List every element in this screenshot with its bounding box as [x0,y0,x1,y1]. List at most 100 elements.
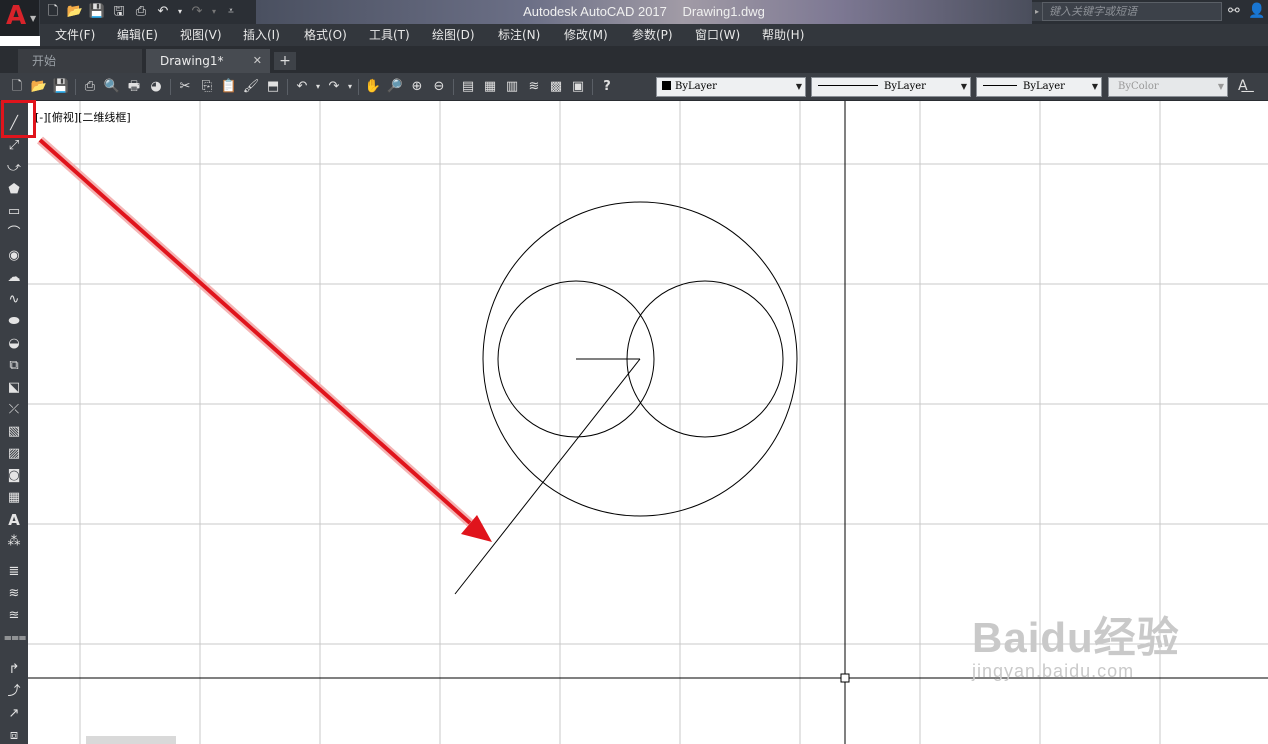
menu-dimension[interactable]: 标注(N) [498,24,540,46]
menu-window[interactable]: 窗口(W) [695,24,740,46]
file-name: Drawing1.dwg [682,4,765,19]
plot-icon[interactable]: ⎙ [79,77,101,97]
region-icon[interactable]: ◙ [4,467,24,485]
undo-dropdown-icon[interactable]: ▾ [313,77,323,97]
offset-icon[interactable]: ⧈ [4,727,24,744]
drawing-geometry[interactable] [454,201,798,595]
menu-modify[interactable]: 修改(M) [564,24,608,46]
right-circle[interactable] [626,280,784,438]
circle-icon[interactable]: ◉ [4,247,24,265]
undo-icon[interactable]: ↶ [291,77,313,97]
revision-cloud-icon[interactable]: ☁ [4,269,24,287]
rectangle-icon[interactable]: ▭ [4,203,24,221]
layer-previous-icon[interactable]: ≊ [4,607,24,625]
redo-icon[interactable]: ↷ [188,3,206,21]
application-menu-button[interactable]: A ▼ [0,0,40,36]
new-tab-button[interactable]: + [274,52,296,70]
menu-parametric[interactable]: 参数(P) [632,24,673,46]
ellipse-arc-icon[interactable]: ◒ [4,335,24,353]
menu-view[interactable]: 视图(V) [180,24,222,46]
menu-file[interactable]: 文件(F) [55,24,95,46]
draw-toolbar: ╱ ⤢ ⤻ ⬟ ▭ ⌒ ◉ ☁ ∿ ⬬ ◒ ⧉ ⬕ ⤫ ▧ ▨ ◙ ▦ A ⁂ … [0,101,28,744]
3d-print-icon[interactable]: ◕ [145,77,167,97]
color-combo[interactable]: ByLayer ▼ [656,77,806,97]
tool-palettes-icon[interactable]: ▥ [501,77,523,97]
save-icon[interactable]: 💾 [50,77,72,97]
plot-preview-icon[interactable]: 🔍 [101,77,123,97]
open-file-icon[interactable]: 📂 [66,3,84,21]
user-icon[interactable]: 👤 [1248,3,1265,19]
paste-icon[interactable]: 📋 [218,77,240,97]
app-name: Autodesk AutoCAD 2017 [523,4,667,19]
fillet-icon[interactable]: ↱ [4,661,24,679]
search-input[interactable]: 键入关键字或短语 [1042,2,1222,21]
menu-insert[interactable]: 插入(I) [243,24,280,46]
make-block-icon[interactable]: ⬕ [4,379,24,397]
insert-block-icon[interactable]: ⧉ [4,357,24,375]
undo-dropdown-icon[interactable]: ▾ [176,3,184,21]
redo-dropdown-icon[interactable]: ▾ [210,3,218,21]
mtext-icon[interactable]: A [4,511,24,529]
tab-drawing1[interactable]: Drawing1* ✕ [146,49,270,73]
point-icon[interactable]: ⤫ [4,401,24,419]
lineweight-combo[interactable]: ByLayer ▼ [976,77,1102,97]
gradient-icon[interactable]: ▨ [4,445,24,463]
add-selected-icon[interactable]: ⁂ [4,533,24,551]
close-tab-icon[interactable]: ✕ [253,49,262,73]
menu-help[interactable]: 帮助(H) [762,24,804,46]
qnew-icon[interactable]: 🗋 [6,77,28,97]
publish-icon[interactable]: 🖶 [123,77,145,97]
layer-icon[interactable]: ≣ [4,563,24,581]
cut-icon[interactable]: ✂ [174,77,196,97]
help-icon[interactable]: ? [596,77,618,97]
customize-qat-icon[interactable]: ⩡ [222,3,240,21]
polyline-icon[interactable]: ⤻ [4,159,24,177]
menu-edit[interactable]: 编辑(E) [117,24,158,46]
zoom-window-icon[interactable]: ⊕ [406,77,428,97]
linetype-combo[interactable]: ByLayer ▼ [811,77,971,97]
save-as-icon[interactable]: 🖫 [110,3,128,21]
text-style-icon[interactable]: A͟ [1238,78,1248,94]
plotstyle-combo[interactable]: ByColor ▼ [1108,77,1228,97]
pan-icon[interactable]: ✋ [362,77,384,97]
open-icon[interactable]: 📂 [28,77,50,97]
construction-line-icon[interactable]: ⤢ [4,137,24,155]
plot-icon[interactable]: ⎙ [132,3,150,21]
blend-icon[interactable]: ↗ [4,705,24,723]
ellipse-icon[interactable]: ⬬ [4,313,24,331]
zoom-realtime-icon[interactable]: 🔎 [384,77,406,97]
rubber-band-line [454,358,641,595]
chamfer-icon[interactable]: ⤴ [4,683,24,701]
arc-icon[interactable]: ⌒ [4,225,24,243]
properties-icon[interactable]: ▤ [457,77,479,97]
command-line-stub[interactable] [86,736,176,744]
design-center-icon[interactable]: ▦ [479,77,501,97]
menu-format[interactable]: 格式(O) [304,24,347,46]
layer-states-icon[interactable]: ≋ [4,585,24,603]
block-editor-icon[interactable]: ⬒ [262,77,284,97]
copy-icon[interactable]: ⎘ [196,77,218,97]
markup-set-icon[interactable]: ▩ [545,77,567,97]
new-file-icon[interactable]: 🗋 [44,3,62,21]
layer-isolate-icon[interactable]: ⩶ [4,629,26,647]
menu-tools[interactable]: 工具(T) [369,24,410,46]
sheet-set-icon[interactable]: ≋ [523,77,545,97]
redo-icon[interactable]: ↷ [323,77,345,97]
redo-dropdown-icon[interactable]: ▾ [345,77,355,97]
tab-start[interactable]: 开始 [18,49,142,73]
undo-icon[interactable]: ↶ [154,3,172,21]
match-properties-icon[interactable]: 🖌 [240,77,262,97]
table-icon[interactable]: ▦ [4,489,24,507]
hatch-icon[interactable]: ▧ [4,423,24,441]
menu-draw[interactable]: 绘图(D) [432,24,475,46]
search-expand-icon[interactable]: ▸ [1032,2,1042,21]
binoculars-icon[interactable]: ⚯ [1228,3,1240,19]
polygon-icon[interactable]: ⬟ [4,181,24,199]
quickcalc-icon[interactable]: ▣ [567,77,589,97]
toolbar-divider [287,79,288,95]
spline-icon[interactable]: ∿ [4,291,24,309]
save-icon[interactable]: 💾 [88,3,106,21]
viewport-controls[interactable]: [-][俯视][二维线框] [35,109,131,125]
zoom-previous-icon[interactable]: ⊖ [428,77,450,97]
arrow-shaft [38,138,472,525]
